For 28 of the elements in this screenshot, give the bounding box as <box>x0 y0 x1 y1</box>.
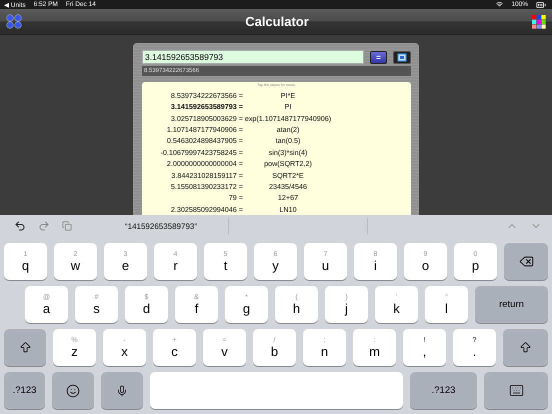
battery-icon <box>536 0 546 10</box>
input-field[interactable]: 3.141592653589793 <box>142 50 364 64</box>
shift-key[interactable] <box>4 329 46 366</box>
return-key[interactable]: return <box>475 286 548 323</box>
shift-icon <box>18 341 32 354</box>
smiley-icon <box>66 384 80 398</box>
delete-key[interactable] <box>504 243 548 280</box>
undo-icon[interactable] <box>14 220 26 232</box>
window-title: Calculator <box>245 14 309 29</box>
balls-icon[interactable] <box>6 14 22 29</box>
shift-key[interactable] <box>503 329 548 366</box>
numbers-key[interactable]: .?123 <box>410 372 477 409</box>
hide-keyboard-key[interactable] <box>484 372 548 409</box>
microphone-key[interactable] <box>101 372 143 409</box>
emoji-key[interactable] <box>52 372 94 409</box>
backspace-icon <box>518 254 534 269</box>
window-icon <box>397 52 407 62</box>
color-grid-icon[interactable] <box>532 14 546 28</box>
clear-button[interactable] <box>393 50 411 64</box>
suggestion[interactable]: “141592653589793” <box>106 222 216 230</box>
wifi-icon <box>496 1 504 8</box>
redo-icon[interactable] <box>38 220 50 232</box>
equals-button[interactable]: = <box>370 50 387 64</box>
paste-icon[interactable] <box>62 221 72 231</box>
keyboard-icon <box>508 383 524 398</box>
numbers-key[interactable]: .?123 <box>4 372 45 409</box>
shift-icon <box>519 341 532 354</box>
microphone-icon <box>116 384 128 396</box>
